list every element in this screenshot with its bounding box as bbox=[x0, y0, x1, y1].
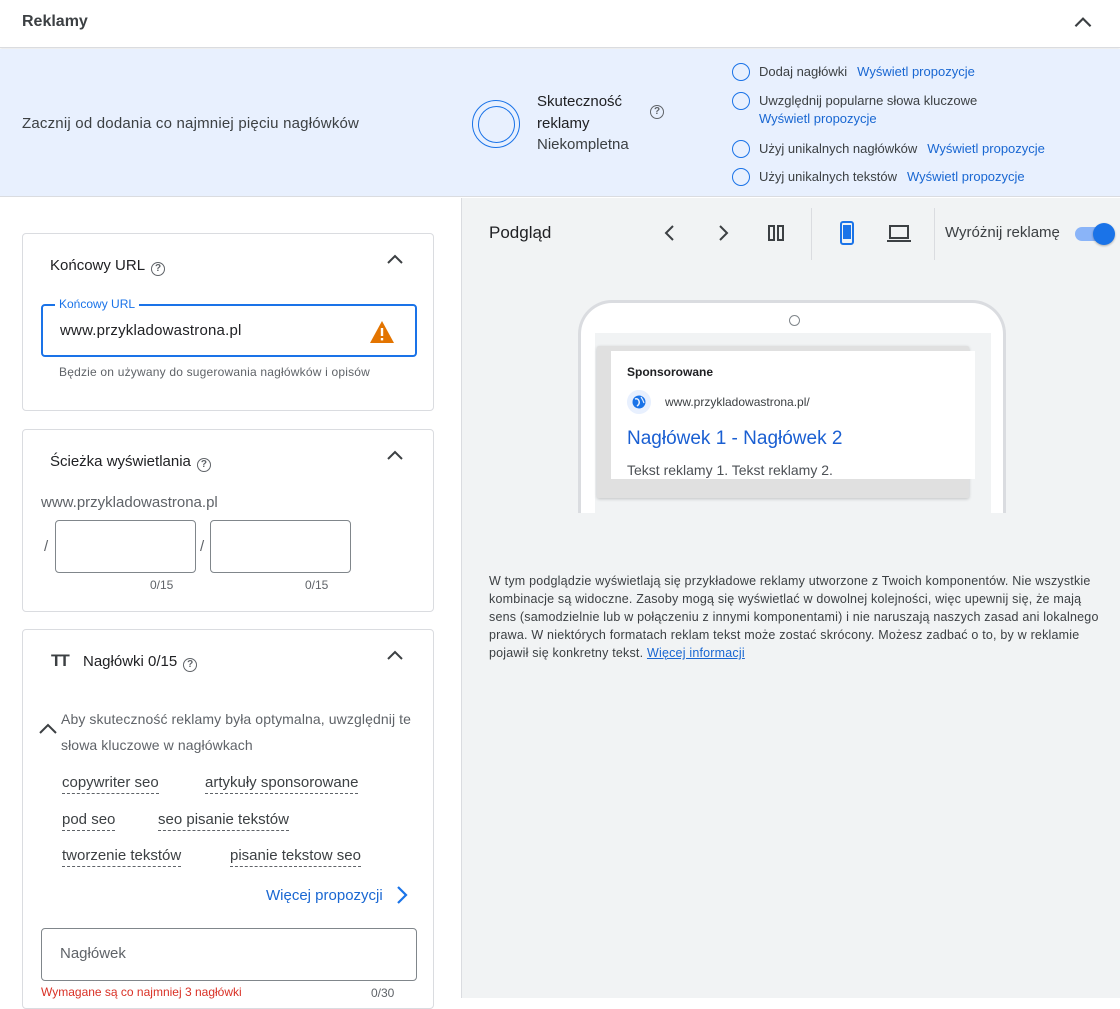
chevron-up-icon[interactable] bbox=[383, 444, 407, 468]
chevron-up-icon[interactable] bbox=[1070, 10, 1096, 36]
preview-panel: Podgląd Wyróżnij reklamę Sponsorowane ww… bbox=[461, 198, 1120, 998]
columns-icon[interactable] bbox=[763, 220, 789, 246]
checklist-circle-icon bbox=[732, 63, 750, 81]
laptop-icon[interactable] bbox=[886, 220, 912, 246]
field-hint: Będzie on używany do sugerowania nagłówk… bbox=[59, 365, 371, 379]
strength-title: Skuteczność reklamy bbox=[537, 93, 623, 132]
strength-intro: Zacznij od dodania co najmniej pięciu na… bbox=[22, 115, 360, 132]
card-title-text: Nagłówki 0/15 bbox=[83, 653, 178, 670]
warning-icon bbox=[370, 321, 394, 343]
globe-icon bbox=[627, 390, 651, 414]
tip-link[interactable]: Wyświetl propozycje bbox=[759, 111, 877, 126]
preview-disclaimer: W tym podglądzie wyświetlają się przykła… bbox=[489, 572, 1099, 662]
preview-title: Podgląd bbox=[489, 223, 552, 242]
keyword-chip[interactable]: seo pisanie tekstów bbox=[158, 811, 289, 831]
chevron-left-icon[interactable] bbox=[657, 220, 683, 246]
ad-description: Tekst reklamy 1. Tekst reklamy 2. bbox=[627, 462, 833, 478]
tip-link[interactable]: Wyświetl propozycje bbox=[857, 64, 975, 79]
tip-link[interactable]: Wyświetl propozycje bbox=[927, 141, 1045, 156]
strength-status: Niekompletna bbox=[537, 136, 629, 153]
display-path-card: Ścieżka wyświetlania? www.przykladowastr… bbox=[22, 429, 434, 612]
keyword-chip[interactable]: artykuły sponsorowane bbox=[205, 774, 359, 794]
keyword-chip[interactable]: copywriter seo bbox=[62, 774, 159, 794]
tip-text: Użyj unikalnych nagłówków bbox=[759, 141, 918, 156]
help-icon[interactable]: ? bbox=[196, 458, 211, 472]
keyword-chip[interactable]: pisanie tekstow seo bbox=[230, 847, 361, 867]
mobile-device-icon[interactable] bbox=[834, 220, 860, 246]
checklist-circle-icon bbox=[732, 140, 750, 158]
help-icon[interactable]: ? bbox=[183, 658, 198, 672]
tip-text: Uwzględnij popularne słowa kluczowe bbox=[759, 93, 978, 108]
error-message: Wymagane są co najmniej 3 nagłówki bbox=[41, 985, 242, 999]
section-title: Reklamy bbox=[22, 13, 88, 30]
toggle-knob bbox=[1093, 223, 1115, 245]
section-header: Reklamy bbox=[0, 0, 1120, 48]
strength-ring-icon bbox=[472, 100, 520, 148]
path-1-input[interactable] bbox=[55, 520, 196, 573]
ad-preview-inner: Sponsorowane www.przykladowastrona.pl/ N… bbox=[611, 351, 975, 479]
keyword-chip[interactable]: pod seo bbox=[62, 811, 116, 831]
ad-strength-panel: Zacznij od dodania co najmniej pięciu na… bbox=[0, 49, 1120, 197]
chevron-up-icon[interactable] bbox=[383, 248, 407, 272]
field-label: Końcowy URL bbox=[55, 297, 140, 311]
final-url-card: Końcowy URL? Końcowy URL www.przykladowa… bbox=[22, 233, 434, 411]
form-column: Końcowy URL? Końcowy URL www.przykladowa… bbox=[0, 198, 461, 1009]
tip-link[interactable]: Wyświetl propozycje bbox=[907, 169, 1025, 184]
chevron-up-icon[interactable] bbox=[38, 722, 58, 736]
text-format-icon: TT bbox=[51, 651, 70, 670]
path-slash: / bbox=[200, 538, 205, 555]
headlines-card: TT Nagłówki 0/15? Aby skuteczność reklam… bbox=[22, 629, 434, 1009]
keyword-chip[interactable]: tworzenie tekstów bbox=[62, 847, 182, 867]
sponsored-label: Sponsorowane bbox=[627, 365, 714, 379]
highlight-toggle[interactable] bbox=[1073, 222, 1115, 245]
toolbar-divider bbox=[811, 208, 812, 260]
checklist-circle-icon bbox=[732, 168, 750, 186]
chevron-right-icon[interactable] bbox=[710, 220, 736, 246]
tip-text: Dodaj nagłówki bbox=[759, 64, 848, 79]
checklist-circle-icon bbox=[732, 92, 750, 110]
path-domain: www.przykladowastrona.pl bbox=[41, 494, 218, 511]
char-counter: 0/15 bbox=[305, 578, 329, 592]
input-placeholder: Nagłówek bbox=[60, 945, 126, 962]
highlight-toggle-label: Wyróżnij reklamę bbox=[945, 224, 1060, 241]
card-title-text: Ścieżka wyświetlania bbox=[50, 453, 191, 470]
camera-icon bbox=[789, 315, 800, 326]
final-url-input[interactable]: Końcowy URL www.przykladowastrona.pl bbox=[41, 297, 417, 357]
tip-text: Użyj unikalnych tekstów bbox=[759, 169, 897, 184]
chevron-up-icon[interactable] bbox=[383, 644, 407, 668]
ad-preview-card: Sponsorowane www.przykladowastrona.pl/ N… bbox=[597, 346, 975, 498]
card-title: Ścieżka wyświetlania? bbox=[50, 453, 211, 472]
toolbar-divider bbox=[934, 208, 935, 260]
help-icon[interactable]: ? bbox=[151, 262, 166, 276]
chevron-right-icon[interactable] bbox=[395, 885, 409, 905]
ad-display-url: www.przykladowastrona.pl/ bbox=[665, 395, 810, 409]
card-title-text: Końcowy URL bbox=[50, 257, 146, 274]
char-counter: 0/15 bbox=[150, 578, 174, 592]
help-icon[interactable]: ? bbox=[650, 105, 664, 119]
learn-more-link[interactable]: Więcej informacji bbox=[647, 646, 745, 660]
path-2-input[interactable] bbox=[210, 520, 351, 573]
more-suggestions-link[interactable]: Więcej propozycji bbox=[266, 887, 383, 904]
path-slash: / bbox=[44, 538, 49, 555]
disclaimer-text: W tym podglądzie wyświetlają się przykła… bbox=[489, 574, 1099, 660]
keywords-hint: Aby skuteczność reklamy była optymalna, … bbox=[61, 711, 412, 753]
headline-input[interactable]: Nagłówek bbox=[41, 928, 417, 981]
card-title: Końcowy URL? bbox=[50, 257, 166, 276]
card-title: Nagłówki 0/15? bbox=[83, 653, 198, 672]
field-value: www.przykladowastrona.pl bbox=[60, 322, 242, 339]
ad-headline[interactable]: Nagłówek 1 - Nagłówek 2 bbox=[627, 428, 842, 450]
